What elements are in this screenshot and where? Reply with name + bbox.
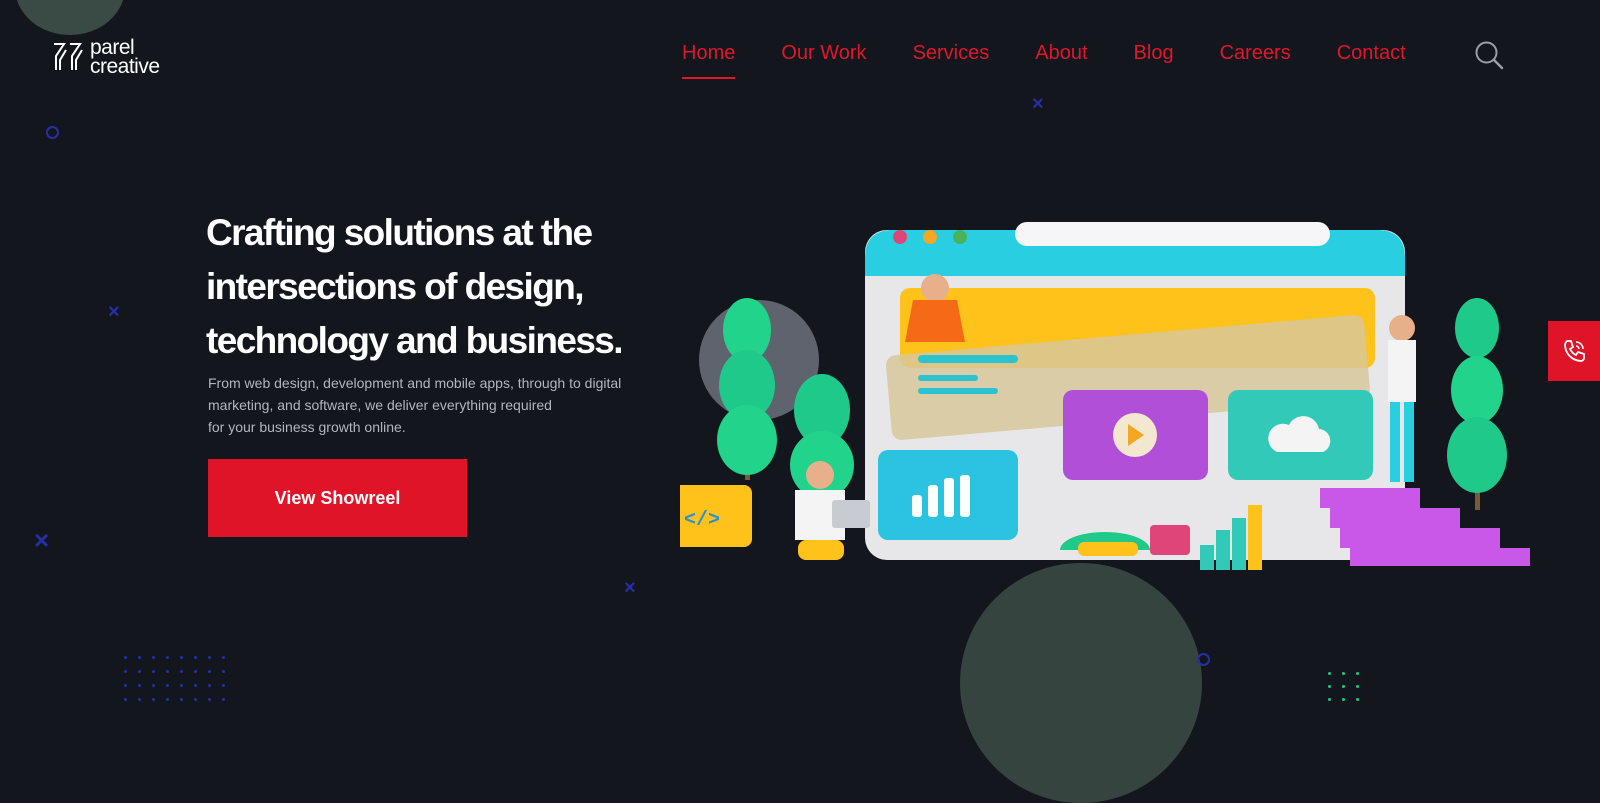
decor-dot [1356, 685, 1359, 688]
decor-dot [138, 698, 141, 701]
brand-logo[interactable]: parel creative [52, 37, 160, 78]
decor-dot [1328, 698, 1331, 701]
hero-headline-line: intersections of design, [206, 266, 585, 307]
tree-icon [1447, 298, 1507, 510]
code-icon: </> [680, 485, 752, 547]
decor-dot [208, 684, 211, 687]
hero-illustration: </> [680, 222, 1530, 570]
decor-dot [166, 698, 169, 701]
decor-dot [124, 698, 127, 701]
decor-dot [208, 656, 211, 659]
decor-dot [138, 670, 141, 673]
decor-dot [194, 656, 197, 659]
decor-dot [1356, 698, 1359, 701]
main-nav: Home Our Work Services About Blog Career… [682, 42, 1406, 79]
decor-dot [222, 684, 225, 687]
decor-dot [152, 684, 155, 687]
decor-dot [1342, 685, 1345, 688]
brand-name-line2: creative [90, 55, 160, 78]
decor-dot [208, 670, 211, 673]
view-showreel-button[interactable]: View Showreel [208, 459, 467, 537]
svg-text:</>: </> [684, 509, 720, 532]
decor-dot [138, 656, 141, 659]
hero-headline-line: Crafting solutions at the [206, 212, 593, 253]
decor-ring [46, 126, 59, 139]
hero-headline-line: technology and business. [206, 320, 624, 361]
decor-dot [1328, 685, 1331, 688]
decor-dot [152, 656, 155, 659]
hero-headline: Crafting solutions at the intersections … [206, 206, 666, 368]
decor-dot [124, 656, 127, 659]
decor-dot [180, 656, 183, 659]
decor-dot [124, 684, 127, 687]
hero-description: From web design, development and mobile … [208, 372, 638, 438]
nav-link-contact[interactable]: Contact [1337, 42, 1406, 79]
decor-cross: × [34, 525, 50, 555]
call-button[interactable] [1548, 321, 1600, 381]
decor-dot [208, 698, 211, 701]
search-icon[interactable] [1474, 40, 1504, 70]
decor-dot [180, 684, 183, 687]
decor-dot [124, 670, 127, 673]
logo-mark-icon [54, 43, 83, 70]
decor-dot [194, 684, 197, 687]
nav-link-about[interactable]: About [1035, 42, 1087, 79]
browser-window-icon [865, 222, 1405, 560]
decor-dot [222, 670, 225, 673]
nav-link-our-work[interactable]: Our Work [781, 42, 866, 79]
decor-dot [194, 698, 197, 701]
decor-dot [138, 684, 141, 687]
decor-dot [152, 698, 155, 701]
decor-blob [15, 0, 125, 35]
phone-icon [1564, 340, 1585, 362]
decor-dot [166, 656, 169, 659]
decor-dot [194, 670, 197, 673]
decor-dot [180, 670, 183, 673]
hero-description-line: for your business growth online. [208, 419, 406, 435]
decor-dot [166, 684, 169, 687]
decor-dot-grid [1328, 672, 1360, 701]
decor-dot [1342, 698, 1345, 701]
nav-link-home[interactable]: Home [682, 42, 736, 79]
decor-cross: × [1032, 93, 1044, 115]
decor-dot [166, 670, 169, 673]
decor-cross: × [624, 577, 636, 599]
nav-link-services[interactable]: Services [913, 42, 990, 79]
person-icon [795, 461, 870, 560]
nav-link-blog[interactable]: Blog [1134, 42, 1174, 79]
decor-dot [222, 698, 225, 701]
stairs-icon [1320, 488, 1530, 566]
tree-icon [717, 298, 777, 480]
nav-link-careers[interactable]: Careers [1220, 42, 1291, 79]
decor-ring [1197, 653, 1210, 666]
brand-name: parel creative [90, 37, 160, 78]
decor-cross: × [108, 301, 120, 323]
decor-dot [1342, 672, 1345, 675]
hero-description-line: marketing, and software, we deliver ever… [208, 397, 552, 413]
decor-dot [152, 670, 155, 673]
hero-description-line: From web design, development and mobile … [208, 375, 622, 391]
decor-dot [180, 698, 183, 701]
decor-dot [222, 656, 225, 659]
decor-dot [1328, 672, 1331, 675]
decor-dot [1356, 672, 1359, 675]
decor-dot-grid [124, 656, 225, 701]
